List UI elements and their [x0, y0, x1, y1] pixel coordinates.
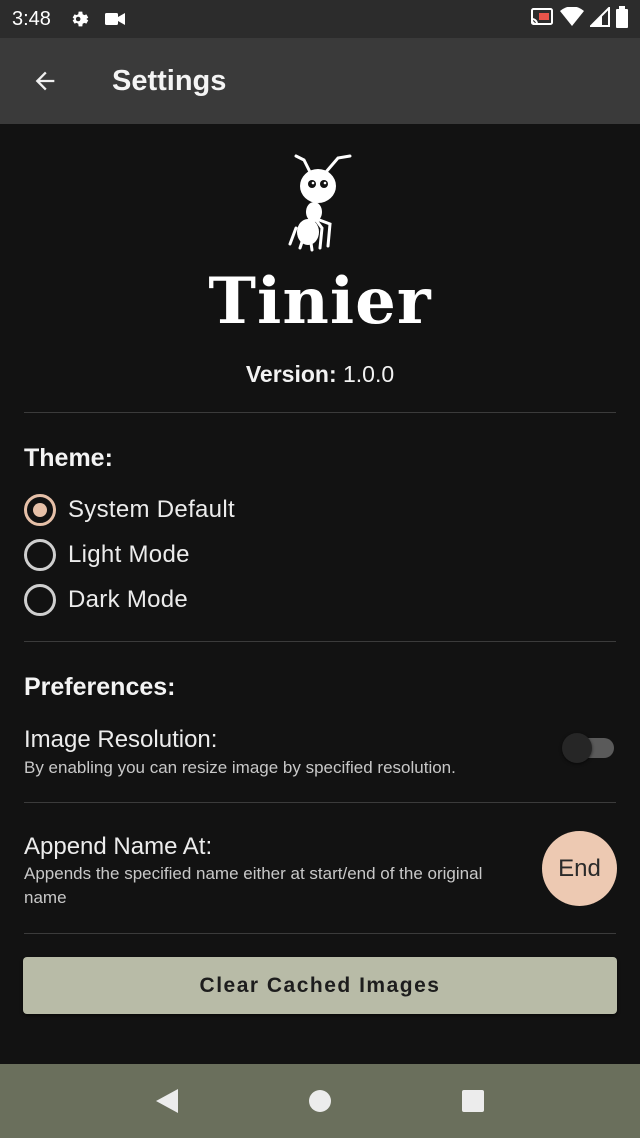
app-bar: Settings	[0, 38, 640, 124]
version-label: Version:	[245, 361, 337, 387]
radio-label: Dark Mode	[68, 586, 189, 613]
radio-button-checked[interactable]	[24, 494, 56, 526]
signal-icon	[588, 5, 610, 32]
back-triangle-icon	[155, 1089, 178, 1113]
append-name-title: Append Name At:	[24, 833, 213, 860]
nav-back-button[interactable]	[137, 1071, 197, 1131]
video-camera-icon	[104, 11, 125, 27]
divider	[24, 802, 616, 803]
page-title: Settings	[112, 64, 227, 97]
theme-option-dark-mode[interactable]: Dark Mode	[24, 580, 188, 620]
divider	[24, 641, 616, 642]
arrow-left-icon	[35, 71, 55, 91]
theme-option-light-mode[interactable]: Light Mode	[24, 535, 190, 575]
nav-home-button[interactable]	[290, 1071, 350, 1131]
ant-logo-icon	[282, 148, 362, 252]
version-text: Version: 1.0.0	[0, 361, 640, 388]
status-time: 3:48	[12, 7, 51, 30]
battery-icon	[616, 5, 628, 33]
home-circle-icon	[308, 1090, 331, 1112]
version-value: 1.0.0	[343, 361, 395, 387]
cast-icon	[530, 7, 554, 32]
wifi-icon	[560, 5, 584, 32]
status-bar: 3:48	[0, 0, 640, 38]
settings-content: Tinier Version: 1.0.0 Theme: System Defa…	[0, 124, 640, 1064]
recents-square-icon	[462, 1090, 485, 1112]
nav-recents-button[interactable]	[443, 1071, 503, 1131]
image-resolution-title: Image Resolution:	[24, 726, 218, 753]
append-name-description: Appends the specified name either at sta…	[24, 864, 483, 907]
system-nav-bar	[0, 1064, 640, 1138]
preferences-section-title: Preferences:	[24, 673, 176, 701]
radio-label: System Default	[68, 496, 235, 523]
divider	[24, 933, 616, 934]
append-position-button[interactable]: End	[542, 831, 617, 906]
gear-icon	[69, 8, 91, 30]
image-resolution-description: By enabling you can resize image by spec…	[24, 758, 456, 777]
toggle-thumb	[562, 733, 592, 763]
clear-cached-images-button[interactable]: Clear Cached Images	[23, 957, 617, 1014]
divider	[24, 412, 616, 413]
image-resolution-toggle[interactable]	[562, 732, 614, 763]
radio-button[interactable]	[24, 584, 56, 616]
theme-option-system-default[interactable]: System Default	[24, 490, 235, 530]
theme-section-title: Theme:	[24, 444, 113, 472]
radio-button[interactable]	[24, 539, 56, 571]
app-name-logo: Tinier	[208, 264, 432, 339]
back-button[interactable]	[0, 38, 90, 124]
radio-label: Light Mode	[68, 541, 190, 568]
